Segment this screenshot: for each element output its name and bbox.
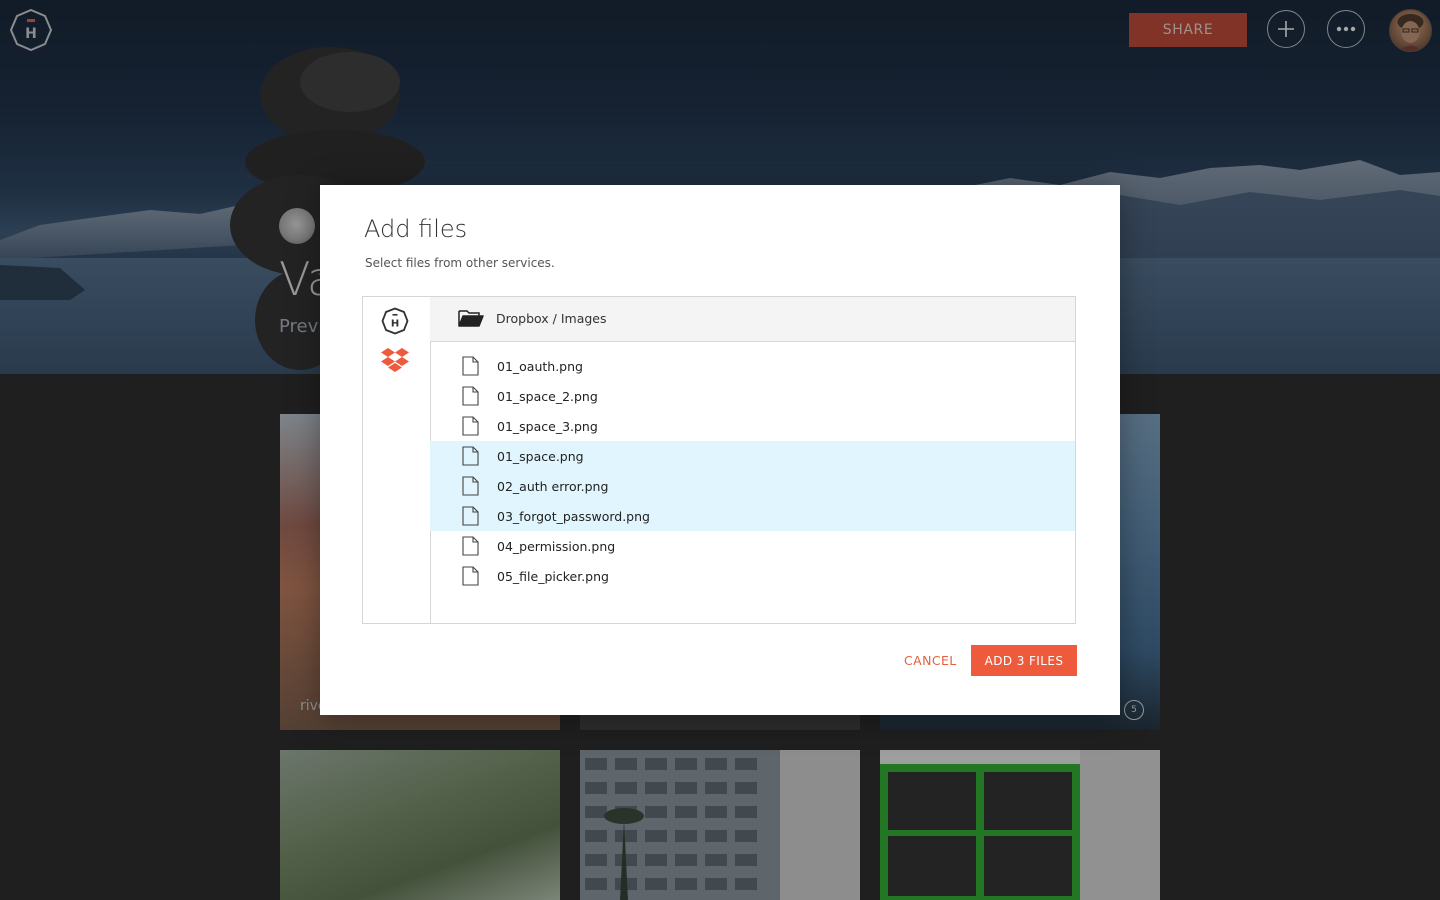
file-icon xyxy=(462,536,479,556)
breadcrumb-path[interactable]: Dropbox / Images xyxy=(496,311,607,326)
file-name: 01_space.png xyxy=(497,448,584,464)
file-name: 01_oauth.png xyxy=(497,358,583,374)
file-icon xyxy=(462,476,479,496)
service-list: H xyxy=(363,297,431,623)
file-row-selected[interactable]: 03_forgot_password.png xyxy=(430,501,1075,531)
path-bar: Dropbox / Images xyxy=(430,297,1075,342)
file-row[interactable]: 01_space_3.png xyxy=(430,411,1075,441)
open-folder-icon xyxy=(458,310,484,327)
file-name: 01_space_3.png xyxy=(497,418,598,434)
dropbox-icon xyxy=(381,348,409,372)
hightail-icon: H xyxy=(381,307,409,335)
file-icon xyxy=(462,386,479,406)
add-files-button[interactable]: ADD 3 FILES xyxy=(971,645,1077,676)
file-row[interactable]: 05_file_picker.png xyxy=(430,561,1075,591)
svg-text:H: H xyxy=(391,319,399,330)
file-icon xyxy=(462,566,479,586)
cancel-button[interactable]: CANCEL xyxy=(896,645,965,676)
file-row[interactable]: 01_space_2.png xyxy=(430,381,1075,411)
file-icon xyxy=(462,506,479,526)
file-browser: H Dropbox / Images 01_oauth.png 01_space… xyxy=(362,296,1076,624)
file-list: 01_oauth.png 01_space_2.png 01_space_3.p… xyxy=(430,351,1075,591)
file-name: 05_file_picker.png xyxy=(497,568,609,584)
add-files-dialog: Add files Select files from other servic… xyxy=(320,185,1120,715)
dialog-subtitle: Select files from other services. xyxy=(365,256,555,270)
file-pane: Dropbox / Images 01_oauth.png 01_space_2… xyxy=(430,297,1075,623)
dialog-title: Add files xyxy=(364,215,468,243)
file-name: 03_forgot_password.png xyxy=(497,508,650,524)
file-icon xyxy=(462,356,479,376)
file-row[interactable]: 04_permission.png xyxy=(430,531,1075,561)
file-row-selected[interactable]: 01_space.png xyxy=(430,441,1075,471)
file-icon xyxy=(462,446,479,466)
file-name: 04_permission.png xyxy=(497,538,616,554)
file-row[interactable]: 01_oauth.png xyxy=(430,351,1075,381)
file-row-selected[interactable]: 02_auth error.png xyxy=(430,471,1075,501)
file-name: 01_space_2.png xyxy=(497,388,598,404)
file-name: 02_auth error.png xyxy=(497,478,609,494)
hightail-service-button[interactable]: H xyxy=(380,306,410,336)
dropbox-service-button[interactable] xyxy=(380,346,410,376)
file-icon xyxy=(462,416,479,436)
